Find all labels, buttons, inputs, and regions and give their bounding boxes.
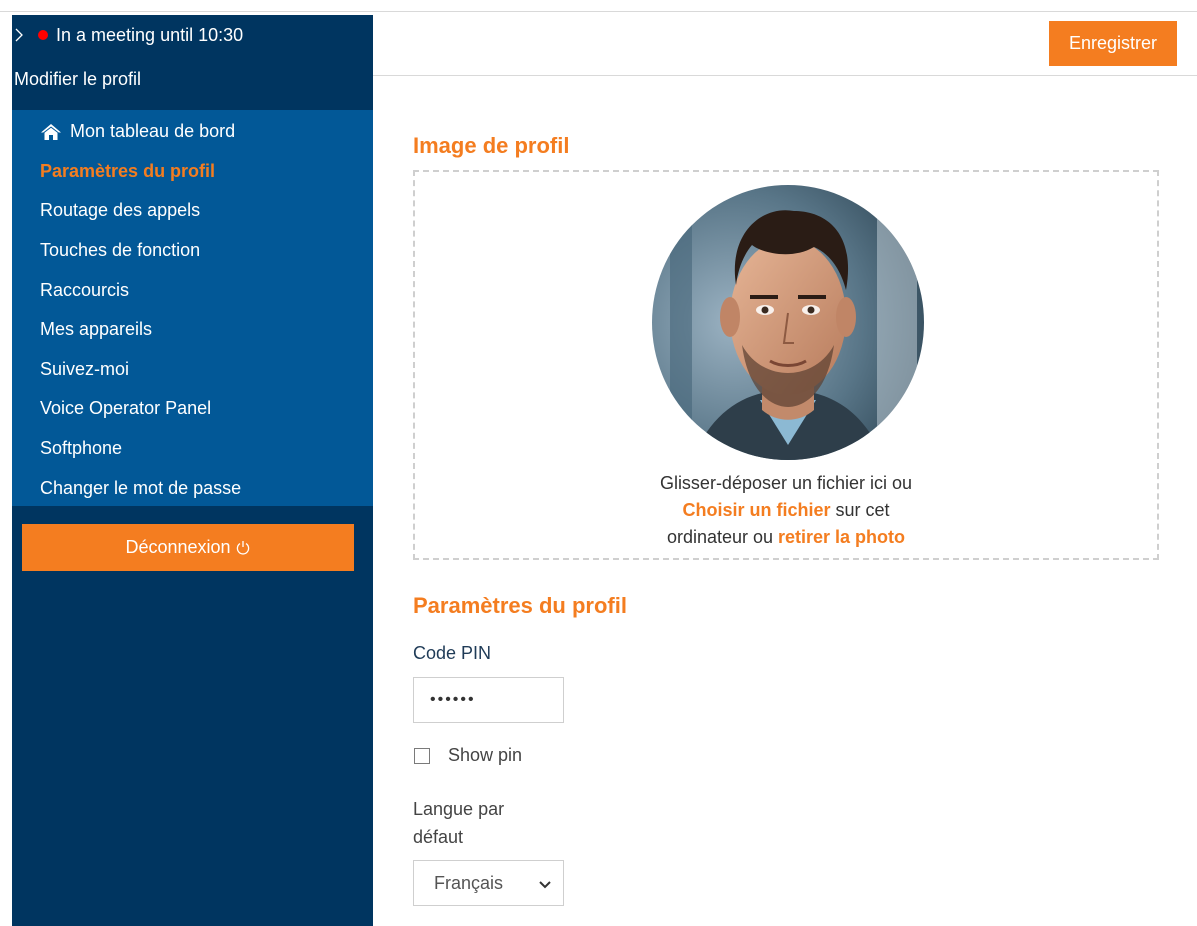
sidebar-item-label: Voice Operator Panel [40,398,212,419]
status-dot-icon [38,30,48,40]
dropzone-text-suffix: sur cet [830,500,890,520]
page: In a meeting until 10:30 Modifier le pro… [0,0,1197,926]
sidebar-item-label: Touches de fonction [40,240,201,261]
show-pin-row[interactable]: Show pin [414,745,522,766]
header-divider [373,75,1197,76]
profile-image-title: Image de profil [413,133,570,158]
sidebar-item-shortcuts[interactable]: Raccourcis [12,270,373,310]
sidebar-item-label: Routage des appels [40,200,201,221]
sidebar-item-profile-settings[interactable]: Paramètres du profil [12,152,373,192]
sidebar-item-voice-operator-panel[interactable]: Voice Operator Panel [12,389,373,429]
sidebar: In a meeting until 10:30 Modifier le pro… [12,15,373,926]
sidebar-item-label: Raccourcis [40,279,130,300]
sidebar-item-label: Changer le mot de passe [40,477,242,498]
sidebar-item-follow-me[interactable]: Suivez-moi [12,350,373,390]
language-select[interactable]: Français [413,860,564,906]
sidebar-item-call-routing[interactable]: Routage des appels [12,191,373,231]
sidebar-item-label: Paramètres du profil [40,160,216,181]
sidebar-item-label: Mon tableau de bord [70,121,236,142]
home-icon [40,123,62,141]
dropzone-text-line1: Glisser-déposer un fichier ici ou [659,473,913,493]
dropzone-text-prefix: ordinateur ou [666,527,779,547]
show-pin-checkbox[interactable] [414,747,430,764]
choose-file-link[interactable]: Choisir un fichier [682,500,830,520]
dropzone-text: Glisser-déposer un fichier ici ou Choisi… [415,470,1157,551]
photo-dropzone[interactable]: Glisser-déposer un fichier ici ou Choisi… [413,170,1159,560]
sidebar-item-function-keys[interactable]: Touches de fonction [12,231,373,271]
sidebar-item-change-password[interactable]: Changer le mot de passe [12,468,373,508]
remove-photo-link[interactable]: retirer la photo [778,527,905,547]
language-label: Langue par défaut [413,799,505,847]
save-button[interactable]: Enregistrer [1049,21,1177,66]
sidebar-item-my-devices[interactable]: Mes appareils [12,310,373,350]
sidebar-item-label: Softphone [40,438,123,459]
sidebar-menu: Mon tableau de bord Paramètres du profil… [12,110,373,506]
sidebar-item-dashboard[interactable]: Mon tableau de bord [12,112,373,152]
show-pin-label: Show pin [448,745,523,765]
sidebar-title: Modifier le profil [14,69,142,89]
dropzone-text-line2: Choisir un fichier sur cet [415,497,1157,524]
chevron-right-icon[interactable] [14,28,26,42]
logout-button[interactable]: Déconnexion [22,524,354,571]
dropzone-text-line3: ordinateur ou retirer la photo [415,524,1157,551]
sidebar-item-label: Suivez-moi [40,358,130,379]
status-bar[interactable]: In a meeting until 10:30 [12,15,373,55]
logout-label: Déconnexion [125,537,231,557]
sidebar-item-softphone[interactable]: Softphone [12,429,373,469]
language-select-value: Français [434,872,504,893]
chevron-down-icon [539,873,551,894]
sidebar-item-label: Mes appareils [40,319,153,340]
pin-input[interactable] [413,677,564,723]
avatar [652,185,924,460]
pin-label: Code PIN [413,643,492,663]
status-text: In a meeting until 10:30 [56,24,244,45]
profile-settings-title: Paramètres du profil [413,593,627,618]
power-icon [235,540,251,556]
top-border [0,0,1197,12]
